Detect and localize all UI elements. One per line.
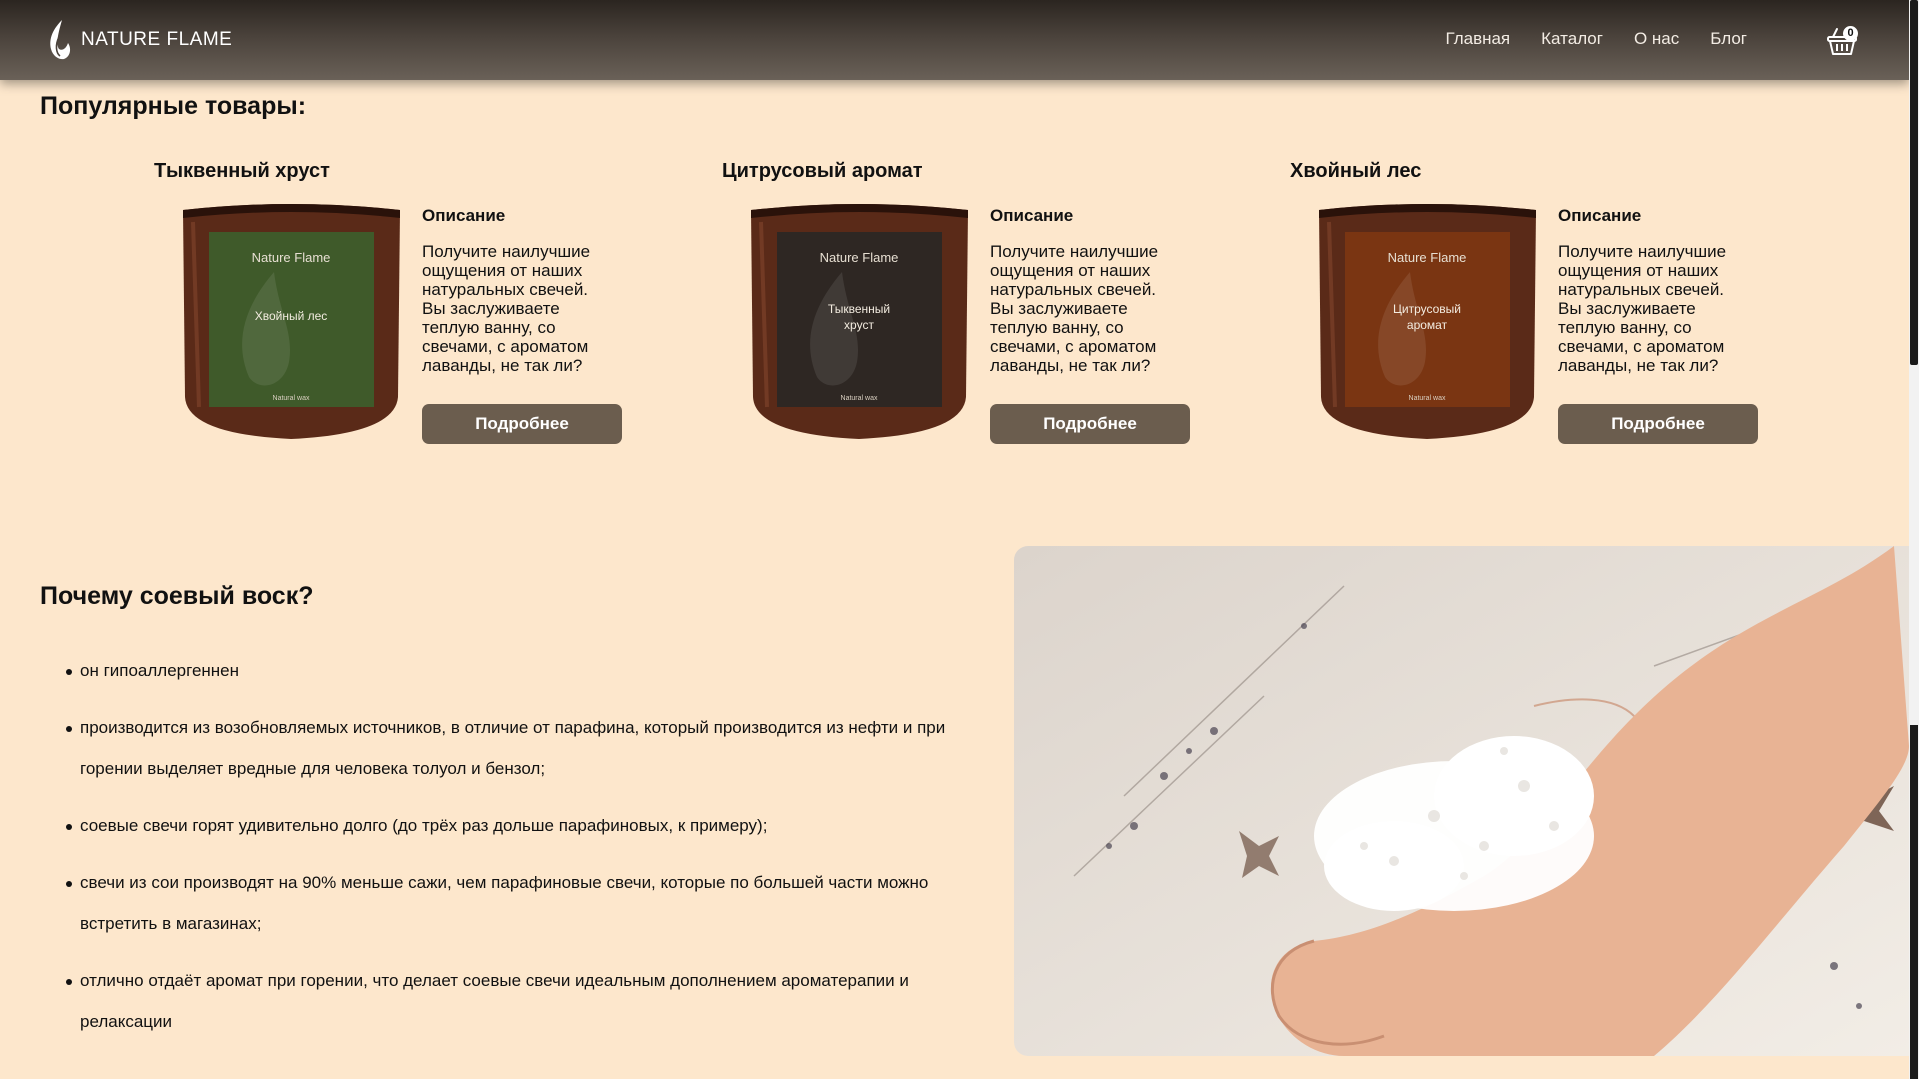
candle-image[interactable]: Nature Flame Цитрусовый аромат Natural wa… xyxy=(1315,202,1540,442)
label-brand: Nature Flame xyxy=(252,250,331,265)
soy-benefits-list: он гипоаллергеннен производится из возоб… xyxy=(62,650,982,1058)
candle-image[interactable]: Nature Flame Тыквенный хруст Natural wax xyxy=(747,202,972,442)
product-card: Хвойный лес Nature Flame Цитрусовый арома… xyxy=(1290,160,1770,470)
list-item: он гипоаллергеннен xyxy=(62,650,982,691)
soy-wax-hand-photo xyxy=(1014,546,1909,1056)
main-nav: Главная Каталог О нас Блог xyxy=(1445,29,1747,49)
details-button[interactable]: Подробнее xyxy=(422,404,622,444)
scrollbar-track-segment xyxy=(1910,725,1918,1079)
nav-blog[interactable]: Блог xyxy=(1710,29,1747,49)
nav-about[interactable]: О нас xyxy=(1634,29,1679,49)
label-foot: Natural wax xyxy=(273,395,310,402)
cart-count-badge: 0 xyxy=(1843,26,1858,41)
product-name: Хвойный лес xyxy=(1290,160,1422,182)
description-title: Описание xyxy=(1558,206,1642,225)
label-foot: Natural wax xyxy=(841,395,878,402)
nav-home[interactable]: Главная xyxy=(1445,29,1510,49)
label-brand: Nature Flame xyxy=(1388,250,1467,265)
flame-logo-icon xyxy=(50,20,71,60)
soy-title: Почему соевый воск? xyxy=(40,582,314,610)
description-title: Описание xyxy=(990,206,1074,225)
description-text: Получите наилучшие ощущения от наших нат… xyxy=(1558,242,1727,375)
page-scrollbar[interactable] xyxy=(1909,0,1919,1079)
list-item: свечи из сои производят на 90% меньше са… xyxy=(62,862,982,944)
description-title: Описание xyxy=(422,206,506,225)
nav-catalog[interactable]: Каталог xyxy=(1541,29,1603,49)
brand-name: NATURE FLAME xyxy=(81,29,233,50)
product-card: Тыквенный хруст Nature Flame Хвойный лес… xyxy=(154,160,634,470)
label-brand: Nature Flame xyxy=(820,250,899,265)
list-item: отлично отдаёт аромат при горении, что д… xyxy=(62,960,982,1042)
product-card: Цитрусовый аромат Nature Flame Тыквенный… xyxy=(722,160,1202,470)
description-text: Получите наилучшие ощущения от наших нат… xyxy=(990,242,1159,375)
details-button[interactable]: Подробнее xyxy=(1558,404,1758,444)
details-button[interactable]: Подробнее xyxy=(990,404,1190,444)
popular-title: Популярные товары: xyxy=(40,92,307,120)
scrollbar-thumb[interactable] xyxy=(1910,0,1918,365)
product-name: Тыквенный хруст xyxy=(154,160,330,182)
label-foot: Natural wax xyxy=(1409,395,1446,402)
cart-button[interactable]: 0 xyxy=(1825,24,1859,58)
label-name: Хвойный лес xyxy=(255,309,328,323)
logo[interactable]: NATURE FLAME xyxy=(47,19,232,61)
product-name: Цитрусовый аромат xyxy=(722,160,923,182)
candle-image[interactable]: Nature Flame Хвойный лес Natural wax xyxy=(179,202,404,442)
description-text: Получите наилучшие ощущения от наших нат… xyxy=(422,242,591,375)
list-item: соевые свечи горят удивительно долго (до… xyxy=(62,805,982,846)
site-header: NATURE FLAME Главная Каталог О нас Блог … xyxy=(0,0,1909,80)
list-item: производится из возобновляемых источнико… xyxy=(62,707,982,789)
